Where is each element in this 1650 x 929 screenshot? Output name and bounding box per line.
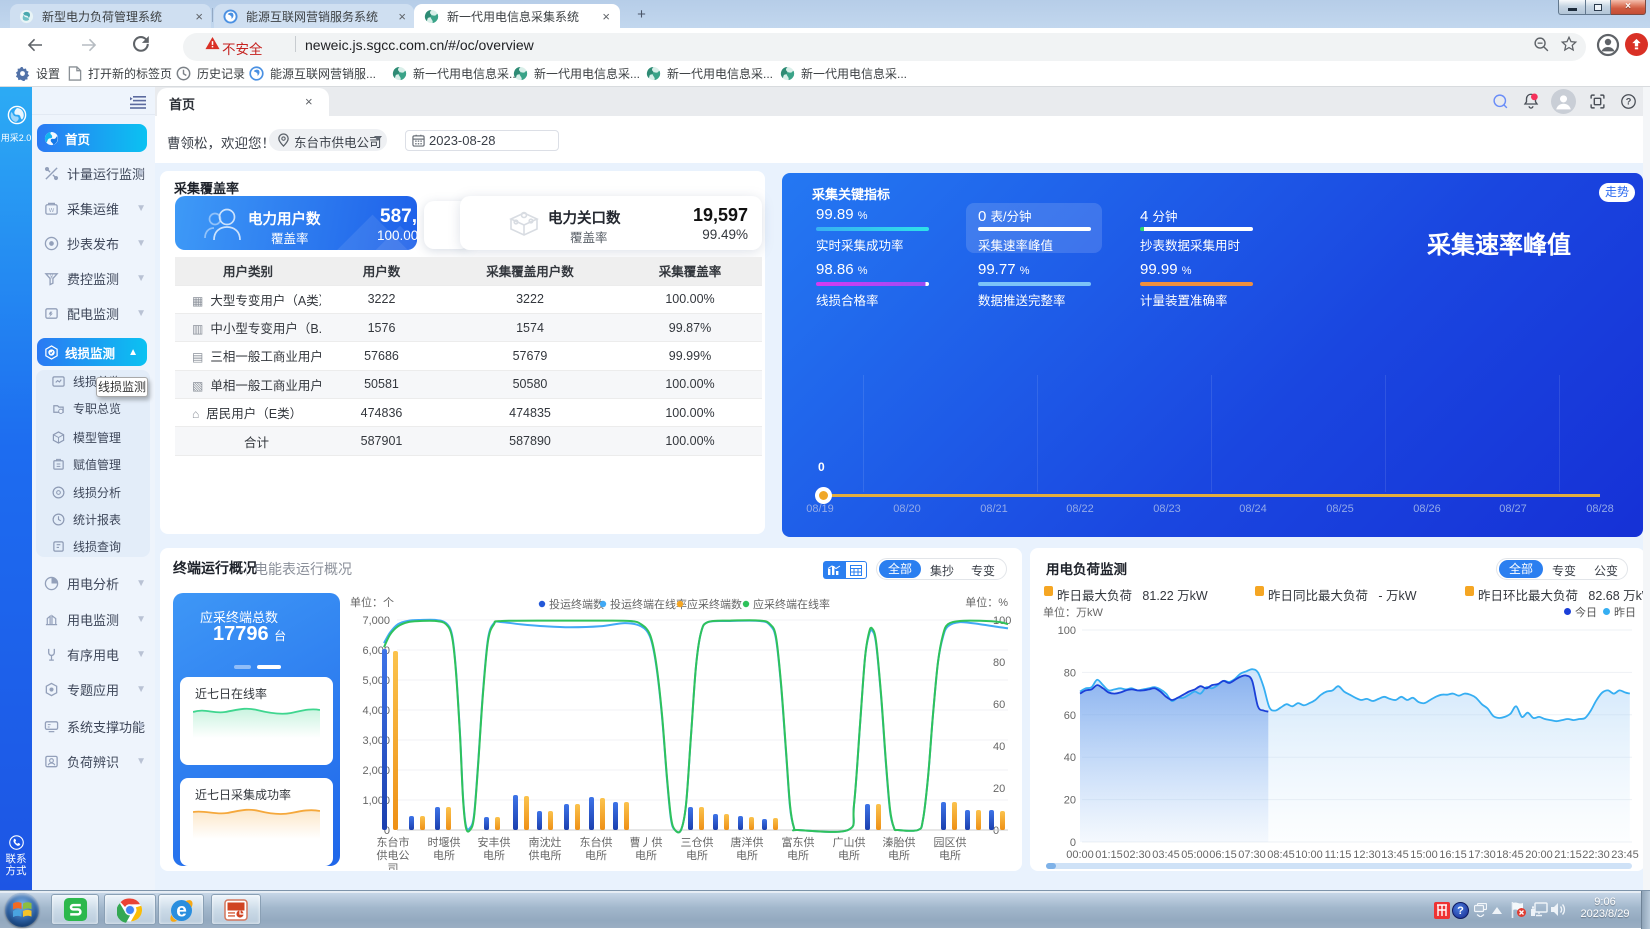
svg-text:06:15: 06:15	[1209, 849, 1237, 861]
svg-text:17:30: 17:30	[1468, 849, 1496, 861]
svg-text:7,000: 7,000	[362, 615, 390, 627]
svg-text:08:45: 08:45	[1267, 849, 1295, 861]
svg-text:00:00: 00:00	[1066, 849, 1094, 861]
svg-text:0: 0	[1070, 837, 1076, 849]
svg-text:23:45: 23:45	[1611, 849, 1639, 861]
svg-text:80: 80	[993, 657, 1005, 669]
svg-text:三仓供: 三仓供	[681, 835, 714, 849]
svg-text:东台市: 东台市	[377, 835, 410, 849]
svg-text:广山供: 广山供	[833, 835, 866, 849]
svg-text:?: ?	[1626, 97, 1632, 107]
svg-text:单位：个: 单位：个	[350, 595, 394, 609]
svg-text:供电公: 供电公	[377, 848, 410, 862]
svg-text:电所: 电所	[838, 849, 860, 862]
svg-text:投运终端在线率: 投运终端在线率	[610, 597, 687, 611]
svg-text:13:45: 13:45	[1381, 849, 1409, 861]
svg-text:电所: 电所	[585, 849, 607, 862]
svg-text:溱胎供: 溱胎供	[883, 835, 916, 849]
svg-text:10:00: 10:00	[1295, 849, 1323, 861]
svg-text:100: 100	[1058, 625, 1076, 637]
svg-text:11:15: 11:15	[1325, 849, 1352, 861]
svg-text:16:15: 16:15	[1439, 849, 1467, 861]
svg-text:富东供: 富东供	[782, 835, 815, 849]
svg-text:20:00: 20:00	[1525, 849, 1553, 861]
svg-text:e: e	[176, 900, 187, 921]
svg-text:22:30: 22:30	[1582, 849, 1610, 861]
svg-text:60: 60	[1064, 710, 1076, 722]
svg-text:07:30: 07:30	[1238, 849, 1266, 861]
svg-text:电所: 电所	[787, 849, 809, 862]
svg-text:时堰供: 时堰供	[428, 835, 461, 849]
svg-text:80: 80	[1064, 667, 1076, 679]
svg-text:电所: 电所	[686, 849, 708, 862]
svg-text:03:45: 03:45	[1152, 849, 1180, 861]
svg-text:15:00: 15:00	[1410, 849, 1438, 861]
svg-text:单位：%: 单位：%	[965, 595, 1008, 609]
svg-text:电所: 电所	[888, 849, 910, 862]
svg-text:唐洋供: 唐洋供	[731, 835, 764, 849]
svg-text:21:15: 21:15	[1554, 849, 1582, 861]
svg-text:电所: 电所	[939, 849, 961, 862]
svg-text:40: 40	[1064, 752, 1076, 764]
svg-text:电所: 电所	[635, 849, 657, 862]
svg-text:20: 20	[993, 783, 1005, 795]
svg-text:南沈灶: 南沈灶	[529, 835, 562, 849]
svg-text:园区供: 园区供	[934, 835, 967, 849]
svg-text:W: W	[49, 207, 55, 213]
svg-text:供电所: 供电所	[529, 848, 562, 862]
svg-text:12:30: 12:30	[1353, 849, 1381, 861]
svg-text:20: 20	[1064, 795, 1076, 807]
svg-text:司: 司	[388, 863, 399, 870]
svg-text:01:15: 01:15	[1095, 849, 1123, 861]
svg-text:60: 60	[993, 699, 1005, 711]
svg-text:05:00: 05:00	[1181, 849, 1209, 861]
svg-text:电所: 电所	[433, 849, 455, 862]
svg-text:东台供: 东台供	[580, 835, 613, 849]
svg-text:应采终端在线率: 应采终端在线率	[753, 597, 830, 611]
svg-text:40: 40	[993, 741, 1005, 753]
svg-text:电所: 电所	[483, 849, 505, 862]
svg-text:02:30: 02:30	[1123, 849, 1151, 861]
svg-text:曹丿供: 曹丿供	[630, 835, 663, 849]
svg-text:电所: 电所	[736, 849, 758, 862]
svg-text:18:45: 18:45	[1496, 849, 1524, 861]
svg-text:应采终端数: 应采终端数	[687, 597, 742, 611]
svg-text:安丰供: 安丰供	[478, 835, 511, 849]
svg-text:投运终端数: 投运终端数	[549, 597, 604, 611]
